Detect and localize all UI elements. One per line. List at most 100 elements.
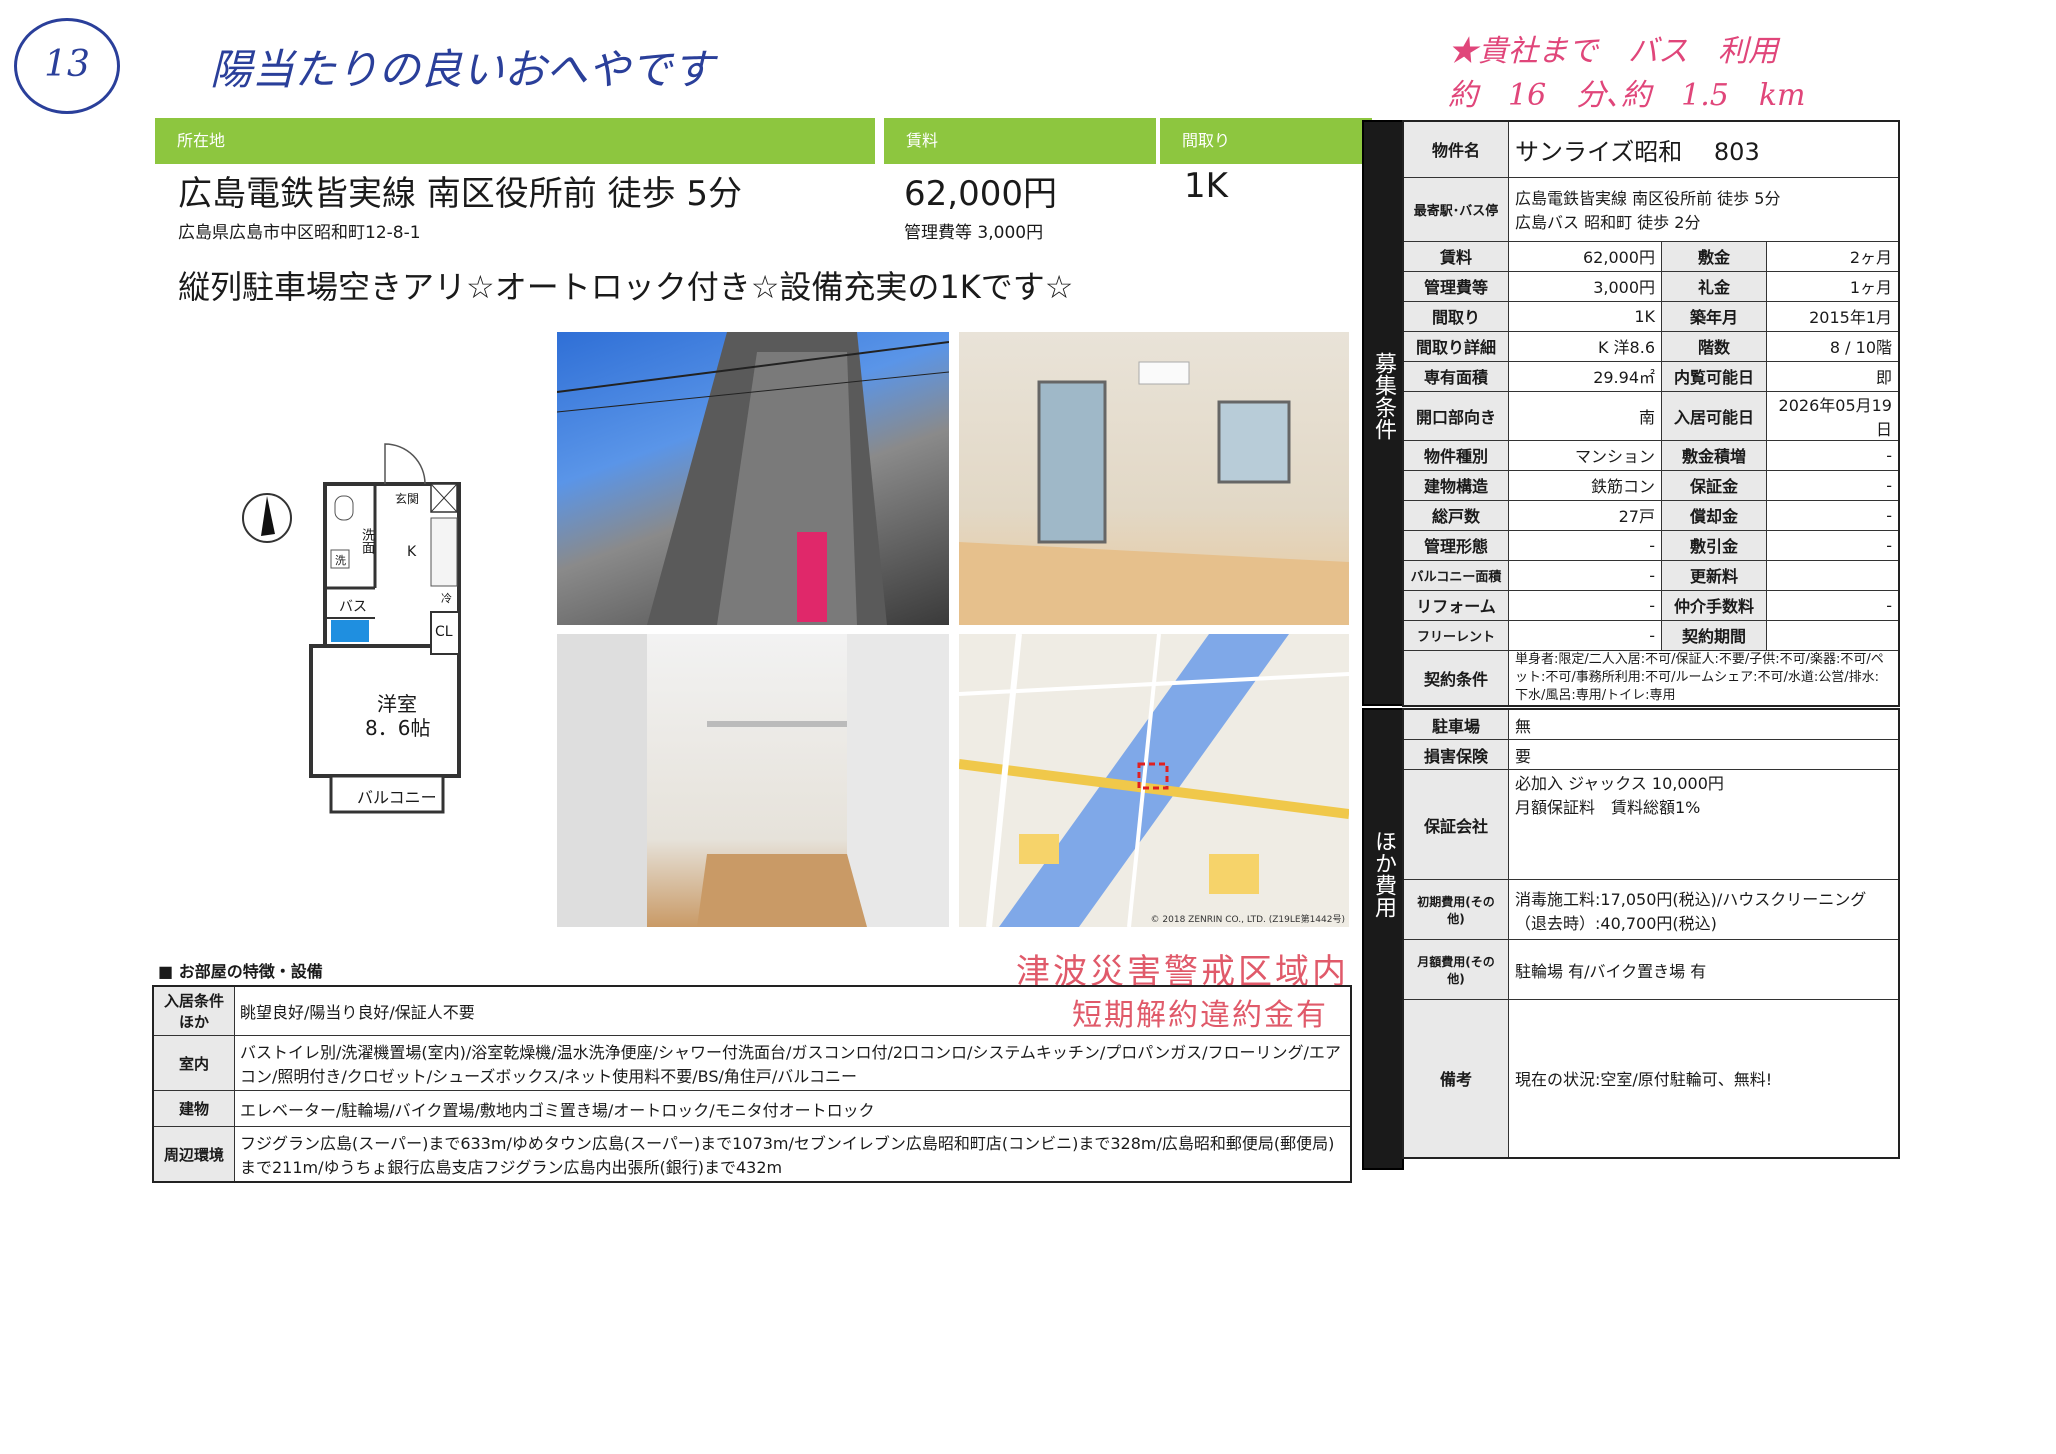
parking-value: 無 xyxy=(1508,708,1900,740)
spec-row: 管理費等 3,000円 礼金 1ヶ月 xyxy=(1402,270,1900,302)
feature-label: 建物 xyxy=(152,1090,235,1127)
spec-label: 物件名 xyxy=(1402,120,1509,178)
features-table: 入居条件ほか 眺望良好/陽当り良好/保証人不要 室内 バストイレ別/洗濯機置場(… xyxy=(152,985,1352,1183)
spec-value: 62,000円 xyxy=(1508,240,1662,272)
spec-value: - xyxy=(1508,589,1662,621)
map-illustration xyxy=(959,634,1349,927)
spec-value: - xyxy=(1766,469,1900,501)
spec-label: 契約条件 xyxy=(1402,649,1509,707)
spec-row: 間取り 1K 築年月 2015年1月 xyxy=(1402,300,1900,332)
spec-label: 保証会社 xyxy=(1402,769,1509,880)
property-name: サンライズ昭和 803 xyxy=(1508,120,1900,178)
spec-label: 階数 xyxy=(1661,330,1767,362)
area-map: © 2018 ZENRIN CO., LTD. (Z19LE第1442号) xyxy=(959,634,1349,927)
spec-value: 3,000円 xyxy=(1508,270,1662,302)
spec-label: 管理費等 xyxy=(1402,270,1509,302)
rent-label: 賃料 xyxy=(884,118,1156,164)
feature-row: 建物 エレベーター/駐輪場/バイク置場/敷地内ゴミ置き場/オートロック/モニタ付… xyxy=(152,1090,1352,1127)
mgmt-fee: 管理費等 3,000円 xyxy=(904,223,1044,243)
fp-room-size: 8．6帖 xyxy=(365,716,431,740)
spec-label: 損害保険 xyxy=(1402,739,1509,770)
monthly-cost-value: 駐輪場 有/バイク置き場 有 xyxy=(1508,939,1900,1000)
spec-value: 即 xyxy=(1766,360,1900,392)
spec-label: 初期費用(その他) xyxy=(1402,879,1509,940)
feature-text: 眺望良好/陽当り良好/保証人不要 xyxy=(234,985,1352,1036)
features-title: ■ お部屋の特徴・設備 xyxy=(158,962,323,981)
feature-text: エレベーター/駐輪場/バイク置場/敷地内ゴミ置き場/オートロック/モニタ付オート… xyxy=(234,1090,1352,1127)
spec-label: 保証金 xyxy=(1661,469,1767,501)
handwritten-note-right-1: ★貴社まで バス 利用 xyxy=(1448,34,1778,69)
spec-value: 1ヶ月 xyxy=(1766,270,1900,302)
feature-label: 入居条件ほか xyxy=(152,985,235,1036)
feature-row: 室内 バストイレ別/洗濯機置場(室内)/浴室乾燥機/温水洗浄便座/シャワー付洗面… xyxy=(152,1035,1352,1091)
fp-laundry: 洗 xyxy=(335,554,346,567)
spec-value: - xyxy=(1766,529,1900,561)
fp-entrance: 玄関 xyxy=(395,492,420,506)
contract-conditions: 単身者:限定/二人入居:不可/保証人:不要/子供:不可/楽器:不可/ペット:不可… xyxy=(1508,649,1900,707)
spec-value: - xyxy=(1766,589,1900,621)
spec-value: 1K xyxy=(1508,300,1662,332)
layout-value: 1K xyxy=(1184,166,1228,206)
feature-text: フジグラン広島(スーパー)まで633m/ゆめタウン広島(スーパー)まで1073m… xyxy=(234,1126,1352,1183)
side-label-conditions: 募集条件 xyxy=(1362,120,1404,706)
spec-label: 専有面積 xyxy=(1402,360,1509,392)
spec-row: 管理形態 - 敷引金 - xyxy=(1402,529,1900,561)
spec-label: リフォーム xyxy=(1402,589,1509,621)
rent-value: 62,000円 xyxy=(904,174,1057,214)
spec-label: 更新料 xyxy=(1661,559,1767,591)
spec-label: 敷金積増 xyxy=(1661,439,1767,471)
spec-label: 敷金 xyxy=(1661,240,1767,272)
spec-value: - xyxy=(1508,529,1662,561)
spec-label: 備考 xyxy=(1402,999,1509,1158)
fp-fridge: 冷 xyxy=(441,592,452,605)
spec-label: 総戸数 xyxy=(1402,499,1509,531)
spec-label: バルコニー面積 xyxy=(1402,559,1509,591)
feature-label: 周辺環境 xyxy=(152,1126,235,1183)
spec-value: 2ヶ月 xyxy=(1766,240,1900,272)
closet-illustration xyxy=(557,634,949,927)
spec-value: 29.94㎡ xyxy=(1508,360,1662,392)
address-text: 広島県広島市中区昭和町12-8-1 xyxy=(178,223,421,243)
spec-value xyxy=(1766,559,1900,591)
spec-row: 建物構造 鉄筋コン 保証金 - xyxy=(1402,469,1900,501)
spec-label: 開口部向き xyxy=(1402,390,1509,441)
spec-label: 月額費用(その他) xyxy=(1402,939,1509,1000)
feature-label: 室内 xyxy=(152,1035,235,1091)
spec-label: 内覧可能日 xyxy=(1661,360,1767,392)
feature-row: 入居条件ほか 眺望良好/陽当り良好/保証人不要 xyxy=(152,985,1352,1036)
room-illustration xyxy=(959,361,1349,625)
spec-value: - xyxy=(1508,619,1662,651)
side-label-other-costs: ほか費用 xyxy=(1362,708,1404,1170)
spec-label: 物件種別 xyxy=(1402,439,1509,471)
layout-label: 間取り xyxy=(1160,118,1372,164)
spec-label: 仲介手数料 xyxy=(1661,589,1767,621)
cost-table: 駐車場 無 損害保険 要 保証会社 必加入 ジャックス 10,000円 月額保証… xyxy=(1402,708,1900,1159)
station-info: 広島電鉄皆実線 南区役所前 徒歩 5分 広島バス 昭和町 徒歩 2分 xyxy=(1508,176,1900,242)
spec-label: フリーレント xyxy=(1402,619,1509,651)
spec-value: K 洋8.6 xyxy=(1508,330,1662,362)
spec-label: 築年月 xyxy=(1661,300,1767,332)
spec-row: バルコニー面積 - 更新料 xyxy=(1402,559,1900,591)
spec-label: 賃料 xyxy=(1402,240,1509,272)
spec-value: - xyxy=(1766,439,1900,471)
initial-cost-value: 消毒施工料:17,050円(税込)/ハウスクリーニング（退去時）:40,700円… xyxy=(1508,879,1900,940)
spec-row: 総戸数 27戸 償却金 - xyxy=(1402,499,1900,531)
spec-row: 開口部向き南入居可能日 2026年05月19日 xyxy=(1402,390,1900,441)
handwritten-note-right-2: 約 16 分､約 1.5 km xyxy=(1448,78,1806,113)
spec-value: 27戸 xyxy=(1508,499,1662,531)
guarantor-value: 必加入 ジャックス 10,000円 月額保証料 賃料総額1% xyxy=(1508,769,1900,880)
catchcopy: 縦列駐車場空きアリ☆オートロック付き☆設備充実の1Kです☆ xyxy=(178,268,1074,306)
fp-kitchen: K xyxy=(407,544,417,560)
spec-value: 8 / 10階 xyxy=(1766,330,1900,362)
spec-label: 償却金 xyxy=(1661,499,1767,531)
spec-row: 物件種別 マンション 敷金積増 - xyxy=(1402,439,1900,471)
spec-table: 物件名 サンライズ昭和 803 最寄駅･バス停 広島電鉄皆実線 南区役所前 徒歩… xyxy=(1402,120,1900,707)
spec-label: 駐車場 xyxy=(1402,708,1509,740)
spec-row: 賃料 62,000円 敷金 2ヶ月 xyxy=(1402,240,1900,272)
spec-label: 最寄駅･バス停 xyxy=(1402,176,1509,242)
spec-value: 2015年1月 xyxy=(1766,300,1900,332)
spec-value: - xyxy=(1766,499,1900,531)
spec-value: 鉄筋コン xyxy=(1508,469,1662,501)
spec-value xyxy=(1766,619,1900,651)
spec-label: 間取り xyxy=(1402,300,1509,332)
